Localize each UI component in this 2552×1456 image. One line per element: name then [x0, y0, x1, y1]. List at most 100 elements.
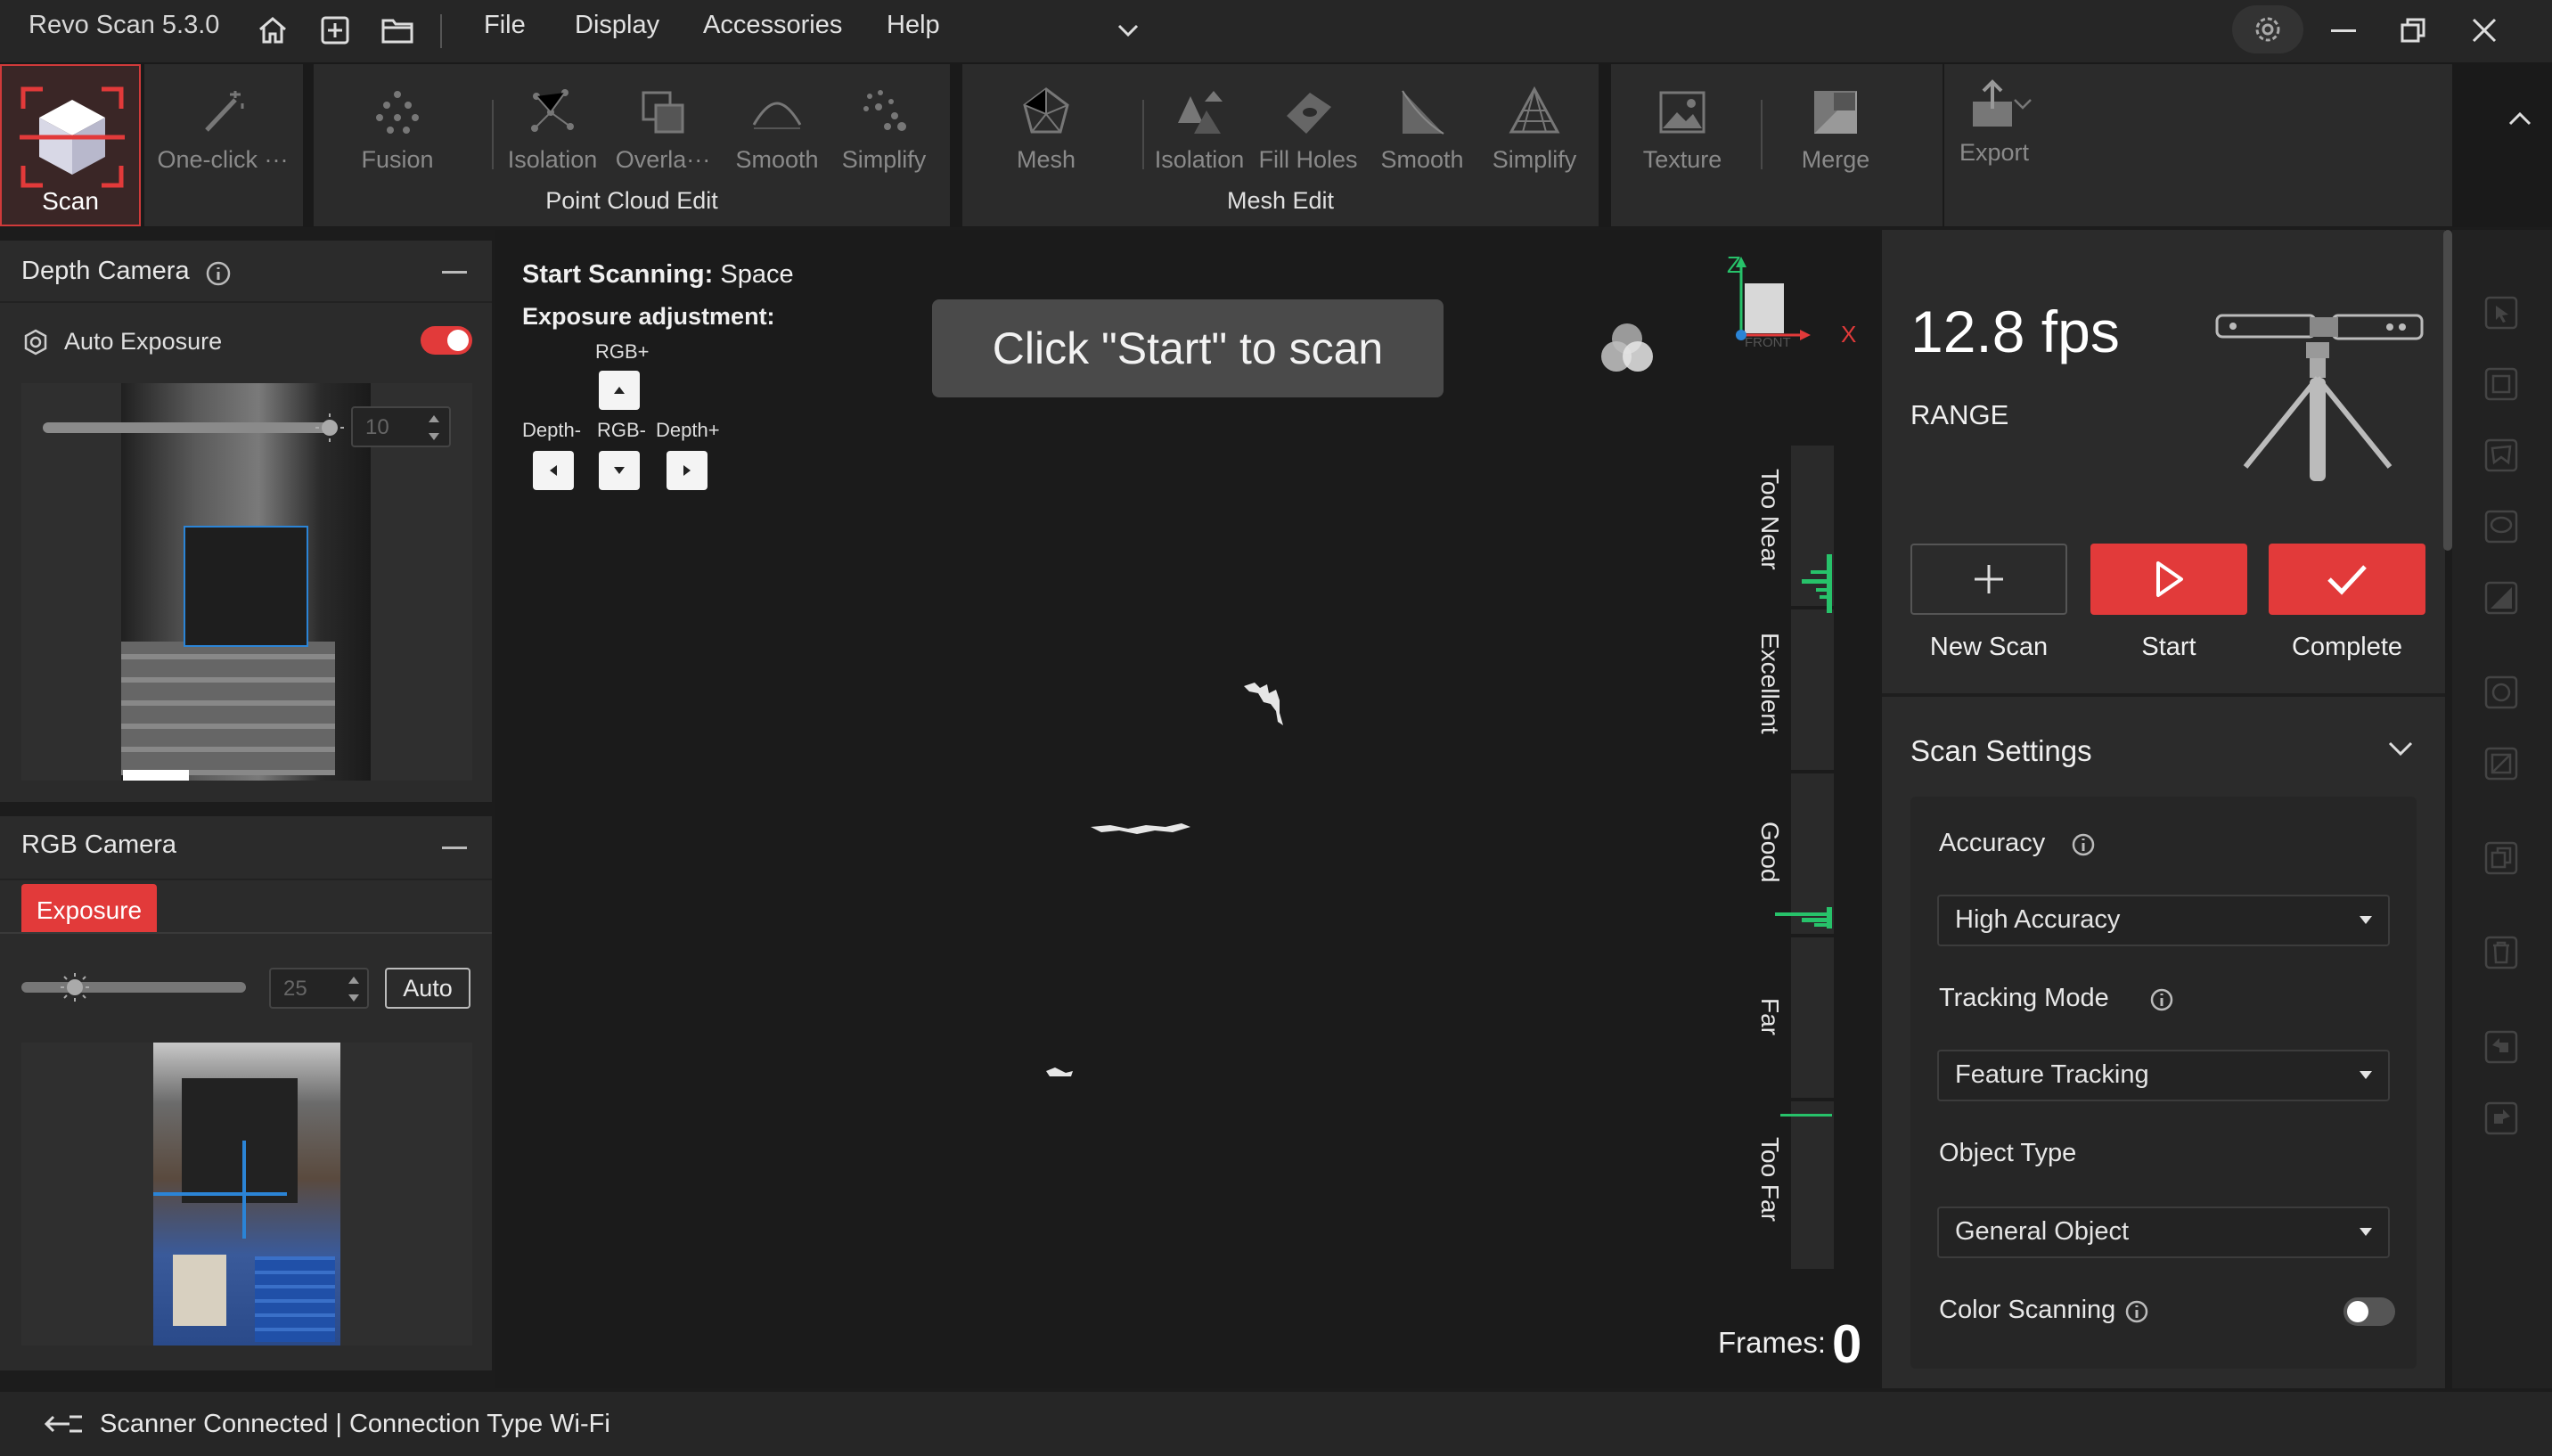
- lasso-select-icon[interactable]: [2475, 429, 2527, 481]
- frames-count: 0: [1832, 1314, 1862, 1374]
- right-panel-scrollbar[interactable]: [2443, 230, 2452, 551]
- new-scan-button[interactable]: [1910, 544, 2067, 615]
- delete-icon[interactable]: [2475, 927, 2527, 978]
- scanner-device-icon: [2215, 314, 2424, 481]
- invert-select-icon[interactable]: [2475, 738, 2527, 789]
- mesh-button[interactable]: Mesh: [984, 84, 1108, 174]
- new-project-icon[interactable]: [312, 7, 358, 53]
- ribbon-divider: [1761, 100, 1763, 169]
- restore-icon[interactable]: [2377, 4, 2449, 57]
- close-icon[interactable]: [2449, 4, 2520, 57]
- chevron-down-icon[interactable]: [2012, 96, 2033, 112]
- fusion-button[interactable]: Fusion: [335, 84, 460, 174]
- menu-help[interactable]: Help: [887, 11, 940, 40]
- point-cloud-render: [1046, 683, 1283, 1076]
- object-type-label: Object Type: [1939, 1139, 2077, 1167]
- circle-select-icon[interactable]: [2475, 501, 2527, 552]
- mesh-smooth-label: Smooth: [1380, 146, 1464, 173]
- collapse-rgb-panel[interactable]: [442, 847, 467, 849]
- collapse-depth-panel[interactable]: [442, 271, 467, 274]
- menu-display[interactable]: Display: [575, 11, 659, 40]
- settings-gear-icon[interactable]: [2232, 5, 2303, 53]
- connection-icon: [44, 1415, 82, 1433]
- depth-image-highlight: [123, 770, 189, 781]
- redo-icon[interactable]: [2475, 1092, 2527, 1144]
- open-folder-icon[interactable]: [374, 7, 421, 53]
- dropdown-arrow-icon: [2360, 1071, 2372, 1079]
- chevron-down-icon[interactable]: [2386, 740, 2415, 759]
- complete-label: Complete: [2291, 633, 2403, 661]
- ribbon-gap: [1943, 64, 1944, 226]
- fill-holes-button[interactable]: Fill Holes: [1246, 84, 1370, 174]
- one-click-button[interactable]: One-click ···: [158, 84, 289, 174]
- exposure-tab[interactable]: Exposure: [21, 884, 157, 934]
- object-type-select[interactable]: General Object: [1937, 1207, 2390, 1258]
- auto-exposure-toggle[interactable]: [421, 326, 472, 355]
- scan-viewport[interactable]: Start Scanning: Space Exposure adjustmen…: [495, 230, 1880, 1388]
- undo-icon[interactable]: [2475, 1021, 2527, 1073]
- pc-smooth-label: Smooth: [735, 146, 819, 173]
- info-icon[interactable]: [205, 260, 232, 287]
- tracking-mode-label: Tracking Mode: [1939, 984, 2109, 1012]
- pc-simplify-button[interactable]: Simplify: [822, 84, 946, 174]
- distance-histogram: [1775, 446, 1834, 1269]
- export-button[interactable]: Export: [1932, 77, 2057, 167]
- minimize-icon[interactable]: [2308, 4, 2379, 57]
- merge-button[interactable]: Merge: [1773, 84, 1898, 174]
- start-button[interactable]: [2090, 544, 2247, 615]
- fusion-icon: [376, 91, 419, 134]
- point-cloud-edit-group: Fusion Isolation Overla··· Smooth Simpli…: [314, 64, 950, 226]
- pc-smooth-button[interactable]: Smooth: [715, 84, 839, 174]
- pc-isolation-button[interactable]: Isolation: [490, 84, 615, 174]
- spinner-arrows-icon[interactable]: [346, 971, 362, 1007]
- divider: [0, 879, 492, 880]
- scan-control-panel: 12.8 fps RANGE New Scan Start Complete S…: [1882, 230, 2445, 1388]
- mesh-smooth-button[interactable]: Smooth: [1360, 84, 1485, 174]
- overlap-icon: [642, 91, 684, 134]
- chevron-down-icon[interactable]: [1105, 7, 1151, 53]
- depth-exposure-slider[interactable]: [43, 422, 333, 433]
- select-tool-icon[interactable]: [2475, 287, 2527, 339]
- dropdown-arrow-icon: [2360, 1228, 2372, 1236]
- rgb-camera-title: RGB Camera: [21, 830, 177, 859]
- select-all-icon[interactable]: [2475, 667, 2527, 718]
- collapse-ribbon-icon[interactable]: [2507, 110, 2532, 128]
- scan-settings-body: Accuracy High Accuracy Tracking Mode Fea…: [1910, 797, 2417, 1369]
- home-icon[interactable]: [249, 7, 296, 53]
- color-scanning-toggle[interactable]: [2343, 1297, 2395, 1326]
- scan-button[interactable]: Scan: [0, 64, 141, 226]
- magic-wand-icon: [205, 91, 244, 132]
- rgb-exposure-slider[interactable]: [21, 982, 246, 993]
- depth-roi-box[interactable]: [184, 526, 308, 647]
- auto-button[interactable]: Auto: [385, 968, 470, 1009]
- menu-file[interactable]: File: [484, 11, 526, 40]
- copy-icon[interactable]: [2475, 832, 2527, 884]
- point-cloud-edit-label: Point Cloud Edit: [545, 187, 718, 214]
- plane-cut-icon[interactable]: [2475, 572, 2527, 624]
- rgb-crosshair-h: [153, 1192, 287, 1196]
- complete-button[interactable]: [2269, 544, 2425, 615]
- checkmark-icon: [2327, 565, 2367, 595]
- simplify-icon: [863, 90, 906, 131]
- mesh-smooth-icon: [1402, 90, 1444, 135]
- divider: [1882, 693, 2445, 697]
- merge-label: Merge: [1801, 146, 1870, 173]
- merge-icon: [1814, 91, 1857, 134]
- texture-button[interactable]: Texture: [1620, 84, 1745, 174]
- accuracy-select[interactable]: High Accuracy: [1937, 895, 2390, 946]
- depth-camera-title: Depth Camera: [21, 257, 190, 285]
- rgb-image-drawers: [255, 1256, 335, 1342]
- info-icon[interactable]: [2071, 832, 2096, 857]
- mesh-isolation-button[interactable]: Isolation: [1137, 84, 1262, 174]
- export-group: Export: [1925, 64, 2452, 226]
- fill-holes-icon: [1287, 93, 1331, 134]
- brightness-icon[interactable]: [59, 971, 91, 1003]
- tracking-mode-select[interactable]: Feature Tracking: [1937, 1050, 2390, 1101]
- rectangle-select-icon[interactable]: [2475, 358, 2527, 410]
- overlap-button[interactable]: Overla···: [601, 84, 725, 174]
- info-icon[interactable]: [2149, 987, 2174, 1012]
- spinner-arrows-icon[interactable]: [426, 410, 442, 446]
- mesh-simplify-button[interactable]: Simplify: [1472, 84, 1597, 174]
- info-icon[interactable]: [2124, 1299, 2149, 1324]
- menu-accessories[interactable]: Accessories: [703, 11, 842, 40]
